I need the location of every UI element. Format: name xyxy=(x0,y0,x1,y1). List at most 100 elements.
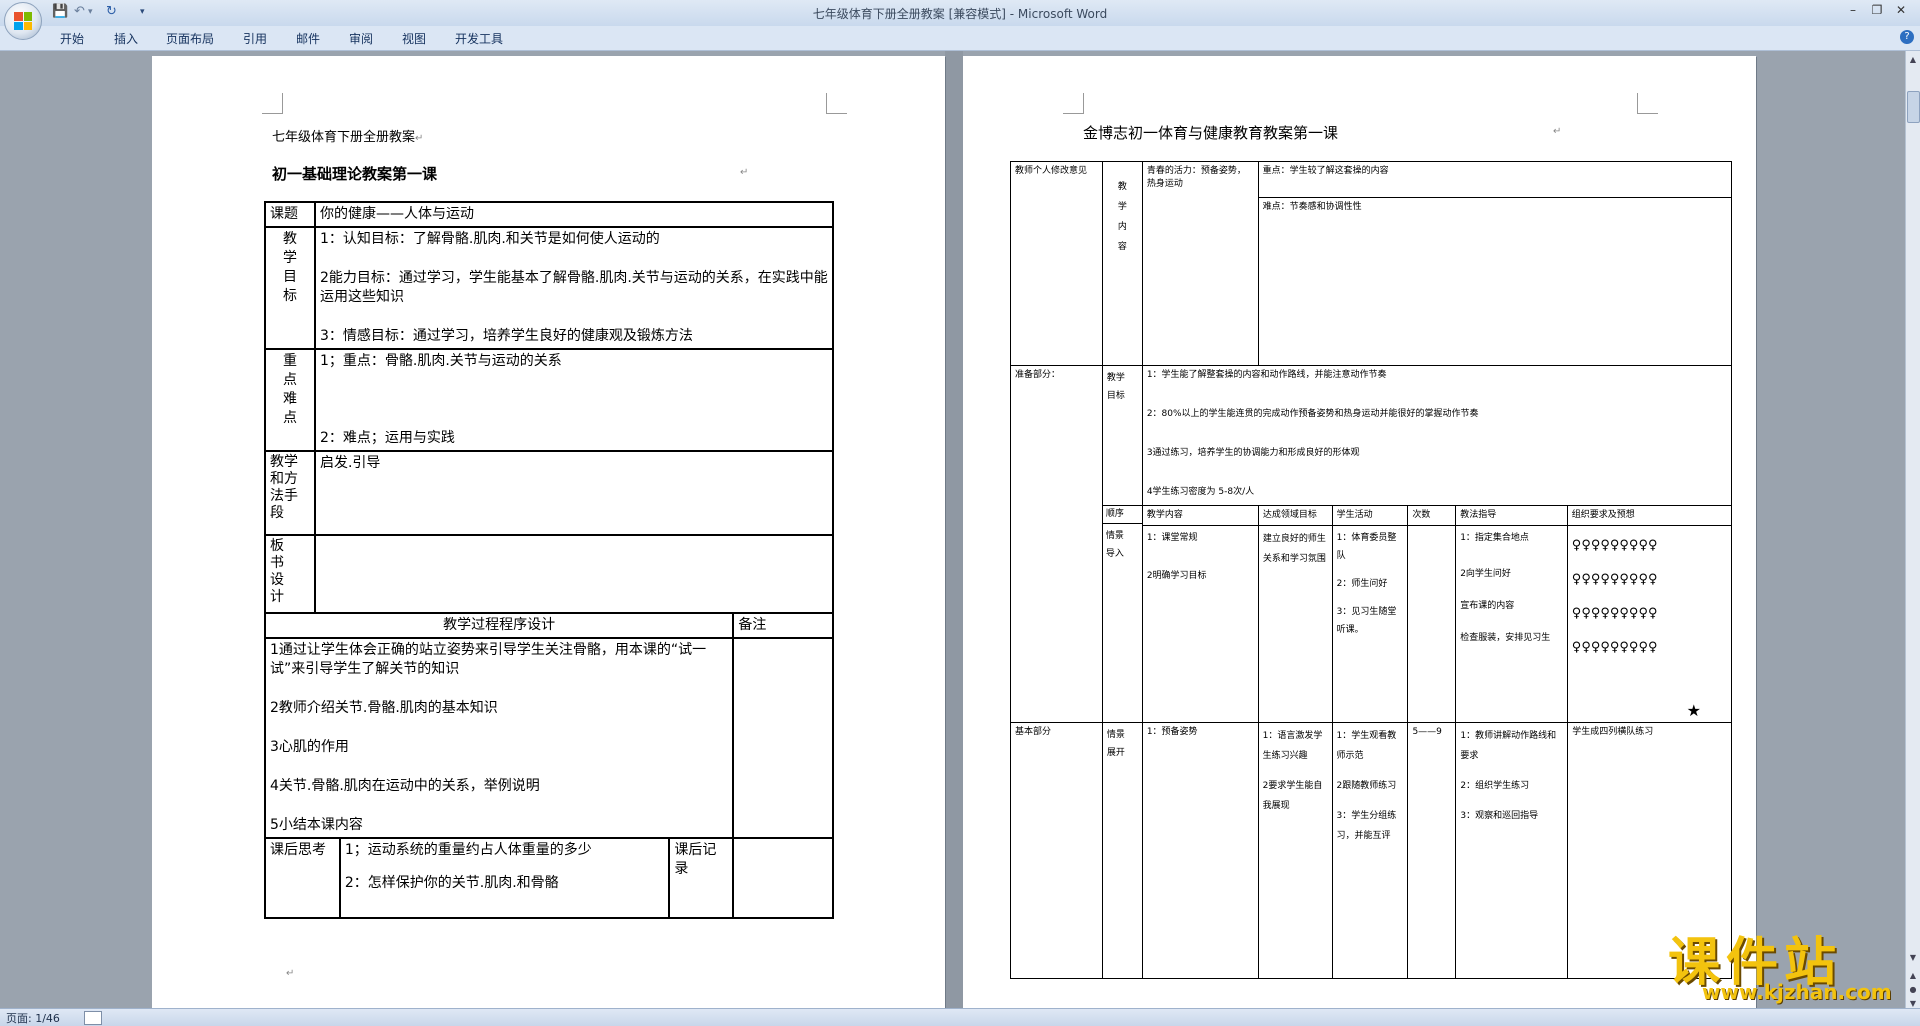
document-page-1[interactable]: 七年级体育下册全册教案↵ 初一基础理论教案第一课 ↵ 课题 你的健康——人体与运… xyxy=(152,56,945,1008)
after-class-item: 1；运动系统的重量约占人体重量的多少 xyxy=(344,842,592,858)
tab-view[interactable]: 视图 xyxy=(402,30,426,47)
process-item: 5小结本课内容 xyxy=(270,817,363,833)
guidance-item: 宣布课的内容 xyxy=(1460,601,1515,611)
activities-cell: 1：体育委员整队 2：师生问好 3：见习生随堂听课。 xyxy=(1331,525,1409,722)
activity-item: 2：师生问好 xyxy=(1336,579,1388,589)
lesson-title: 初一基础理论教案第一课 xyxy=(272,165,438,183)
star-icon: ★ xyxy=(1686,701,1701,720)
status-bar: 页面: 1/46 xyxy=(0,1008,1920,1026)
topic-label: 课题 xyxy=(264,201,316,228)
scroll-down-icon[interactable]: ▼ xyxy=(1907,951,1919,965)
method-label: 教学和方法手段 xyxy=(264,450,316,536)
tab-mailings[interactable]: 邮件 xyxy=(296,30,320,47)
goal-item: 3：情感目标：通过学习，培养学生良好的健康观及锻炼方法 xyxy=(319,328,693,344)
method-value: 启发.引导 xyxy=(313,450,835,536)
key-difficulty-cell: 重点：学生较了解这套操的内容 难点：节奏感和协调性性 xyxy=(1257,161,1733,366)
process-item: 4关节.骨骼.肌肉在运动中的关系，举例说明 xyxy=(270,778,540,794)
target-item: 2要求学生能自我展现 xyxy=(1262,781,1323,811)
remark-cell xyxy=(732,637,834,839)
lesson-title: 金博志初一体育与健康教育教案第一课 xyxy=(1083,124,1339,142)
after-class-label: 课后思考 xyxy=(264,837,341,919)
target-cell: 1：语言激发学生练习兴趣 2要求学生能自我展现 xyxy=(1257,722,1333,979)
content-item: 2明确学习目标 xyxy=(1146,571,1207,581)
guidance-item: 2向学生问好 xyxy=(1460,569,1511,579)
order-cell: 顺序 情景导入 xyxy=(1101,505,1143,723)
browse-object-icon[interactable]: ● xyxy=(1907,983,1919,997)
guidance-item: 1：指定集合地点 xyxy=(1460,533,1529,543)
formation-row: ♀♀♀♀♀♀♀♀♀ xyxy=(1571,640,1658,655)
minimize-icon[interactable]: – xyxy=(1842,3,1864,17)
key-points-label: 重点难点 xyxy=(264,348,316,452)
tab-home[interactable]: 开始 xyxy=(60,30,84,47)
process-cell: 1通过让学生体会正确的站立姿势来引导学生关注骨骼，用本课的“试一试”来引导学生了… xyxy=(263,637,735,839)
activity-item: 1：体育委员整队 xyxy=(1336,533,1397,561)
order-value: 情景展开 xyxy=(1101,722,1143,979)
guidance-item: 2：组织学生练习 xyxy=(1460,781,1530,791)
teacher-notes-label: 教师个人修改意见 xyxy=(1010,161,1103,366)
key-points-cell: 1；重点：骨骼.肌肉.关节与运动的关系 2：难点；运用与实践 xyxy=(313,348,835,452)
goals-label: 教学目标 xyxy=(264,226,316,350)
goal-item: 2能力目标：通过学习，学生能基本了解骨骼.肌肉.关节与运动的关系，在实践中能运用… xyxy=(319,270,828,305)
col-header: 组织要求及预想 xyxy=(1566,506,1731,526)
record-cell xyxy=(732,837,834,919)
page-gap xyxy=(945,51,963,1008)
board-label: 板书设计 xyxy=(264,534,316,614)
goal-label: 教学目标 xyxy=(1101,365,1143,506)
formation-row: ♀♀♀♀♀♀♀♀♀ xyxy=(1571,572,1658,587)
activity-item: 3：学生分组练习，并能互评 xyxy=(1336,811,1397,841)
content-value: 青春的活力：预备姿势，热身运动 xyxy=(1141,161,1259,366)
content-cell: 1：课堂常规 2明确学习目标 xyxy=(1142,525,1259,722)
prev-page-icon[interactable]: ▲ xyxy=(1907,969,1919,983)
count-cell: 5——9 xyxy=(1407,722,1457,979)
spelling-check-icon[interactable] xyxy=(84,1011,102,1025)
tab-developer[interactable]: 开发工具 xyxy=(455,30,503,47)
guidance-cell: 1：教师讲解动作路线和要求 2：组织学生练习 3：观察和巡回指导 xyxy=(1455,722,1569,979)
goals-cell: 1：学生能了解整套操的内容和动作路线，并能注意动作节奏 2：80%以上的学生能连… xyxy=(1141,365,1733,506)
window-title: 七年级体育下册全册教案 [兼容模式] - Microsoft Word xyxy=(812,7,1108,21)
key-point-item: 2：难点；运用与实践 xyxy=(319,430,455,446)
document-workspace[interactable]: 七年级体育下册全册教案↵ 初一基础理论教案第一课 ↵ 课题 你的健康——人体与运… xyxy=(0,51,1906,1008)
tab-insert[interactable]: 插入 xyxy=(114,30,138,47)
topic-value: 你的健康——人体与运动 xyxy=(313,201,835,228)
crop-mark xyxy=(262,93,283,114)
restore-icon[interactable]: ❐ xyxy=(1866,3,1888,17)
lesson-plan-table: 课题 你的健康——人体与运动 教学目标 1：认知目标：了解骨骼.肌肉.和关节是如… xyxy=(263,201,835,919)
formation-row: ♀♀♀♀♀♀♀♀♀ xyxy=(1571,538,1658,553)
site-watermark: 课件站 www.kjzhan.com xyxy=(1668,920,1908,1006)
close-icon[interactable]: ✕ xyxy=(1890,3,1912,17)
target-cell: 建立良好的师生关系和学习氛围 xyxy=(1257,525,1333,722)
pe-lesson-table: 教师个人修改意见 教学内容 青春的活力：预备姿势，热身运动 重点：学生较了解这套… xyxy=(1010,161,1733,979)
crop-mark xyxy=(826,93,847,114)
process-item: 1通过让学生体会正确的站立姿势来引导学生关注骨骼，用本课的“试一试”来引导学生了… xyxy=(270,642,707,677)
document-page-2[interactable]: 金博志初一体育与健康教育教案第一课 ↵ 教师个人修改意见 教学内容 青春的活力：… xyxy=(963,56,1756,1008)
col-header: 达成领域目标 xyxy=(1257,506,1333,526)
guidance-item: 1：教师讲解动作路线和要求 xyxy=(1460,731,1557,761)
after-class-cell: 1；运动系统的重量约占人体重量的多少 2：怎样保护你的关节.肌肉.和骨骼 xyxy=(338,837,671,919)
goal-item: 1：认知目标：了解骨骼.肌肉.和关节是如何使人运动的 xyxy=(319,231,660,247)
tab-references[interactable]: 引用 xyxy=(243,30,267,47)
guidance-cell: 1：指定集合地点 2向学生问好 宣布课的内容 检查服装，安排见习生 xyxy=(1455,525,1568,722)
target-item: 1：语言激发学生练习兴趣 xyxy=(1262,731,1323,761)
order-value: 情景导入 xyxy=(1105,531,1124,559)
goals-cell: 1：认知目标：了解骨骼.肌肉.和关节是如何使人运动的 2能力目标：通过学习，学生… xyxy=(313,226,835,350)
page-count-status[interactable]: 页面: 1/46 xyxy=(6,1010,60,1026)
goal-item: 3通过练习，培养学生的协调能力和形成良好的形体观 xyxy=(1146,448,1360,458)
activity-grid: 教学内容 达成领域目标 学生活动 次数 教法指导 组织要求及预想 1：课堂常规 … xyxy=(1141,505,1733,723)
scroll-thumb[interactable] xyxy=(1907,91,1920,123)
guidance-item: 3：观察和巡回指导 xyxy=(1460,811,1539,821)
ribbon-tab-bar: 开始 插入 页面布局 引用 邮件 审阅 视图 开发工具 ? xyxy=(0,26,1920,51)
tab-page-layout[interactable]: 页面布局 xyxy=(166,30,214,47)
office-logo-icon xyxy=(14,12,32,30)
activity-item: 2跟随教师练习 xyxy=(1336,781,1397,791)
vertical-scrollbar[interactable]: ▲ ▼ ▲ ● ▼ xyxy=(1905,51,1920,1011)
content-item: 1：课堂常规 xyxy=(1146,533,1198,543)
office-button[interactable] xyxy=(4,2,42,40)
goal-item: 2：80%以上的学生能连贯的完成动作预备姿势和热身运动并能很好的掌握动作节奏 xyxy=(1146,409,1479,419)
activity-item: 3：见习生随堂听课。 xyxy=(1336,607,1397,635)
tab-review[interactable]: 审阅 xyxy=(349,30,373,47)
process-header: 教学过程程序设计 xyxy=(263,612,735,639)
key-point-item: 1；重点：骨骼.肌肉.关节与运动的关系 xyxy=(319,353,562,369)
scroll-up-icon[interactable]: ▲ xyxy=(1907,53,1919,67)
after-class-item: 2：怎样保护你的关节.肌肉.和骨骼 xyxy=(344,875,559,891)
help-icon[interactable]: ? xyxy=(1900,30,1914,44)
